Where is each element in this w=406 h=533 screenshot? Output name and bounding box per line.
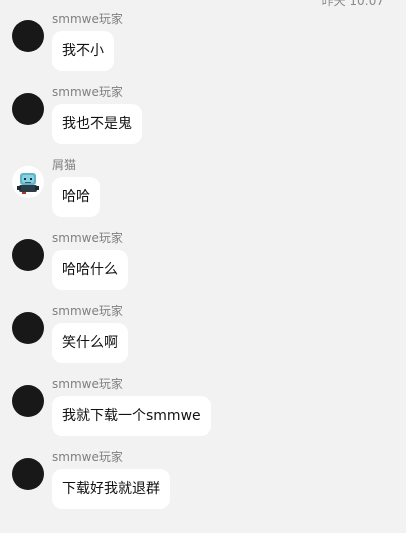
message-item: smmwe玩家 我不小 [0,12,406,90]
sender-name: smmwe玩家 [52,377,123,391]
avatar[interactable] [12,312,44,344]
message-item: smmwe玩家 我就下载一个smmwe [0,377,406,455]
avatar[interactable] [12,385,44,417]
sender-name: smmwe玩家 [52,12,123,26]
message-bubble[interactable]: 我就下载一个smmwe [52,396,211,436]
message-bubble[interactable]: 我不小 [52,31,114,71]
sender-name: 屑猫 [52,158,77,172]
avatar[interactable] [12,20,44,52]
message-bubble[interactable]: 哈哈什么 [52,250,128,290]
sender-name: smmwe玩家 [52,85,123,99]
sender-name: smmwe玩家 [52,304,123,318]
message-bubble[interactable]: 哈哈 [52,177,100,217]
avatar[interactable] [12,93,44,125]
avatar[interactable] [12,166,44,198]
message-item: smmwe玩家 笑什么啊 [0,304,406,382]
avatar[interactable] [12,458,44,490]
sender-name: smmwe玩家 [52,450,123,464]
sender-name: smmwe玩家 [52,231,123,245]
avatar[interactable] [12,239,44,271]
message-item: smmwe玩家 哈哈什么 [0,231,406,309]
message-item: smmwe玩家 我也不是鬼 [0,85,406,163]
message-bubble[interactable]: 下载好我就退群 [52,469,170,509]
pixel-character-icon [17,173,39,194]
message-bubble[interactable]: 我也不是鬼 [52,104,142,144]
message-bubble[interactable]: 笑什么啊 [52,323,128,363]
chat-message-list: smmwe玩家 我不小 smmwe玩家 我也不是鬼 屑猫 哈哈 smmwe玩家 [0,0,406,533]
message-item: 屑猫 哈哈 [0,158,406,236]
message-item: smmwe玩家 下载好我就退群 [0,450,406,528]
